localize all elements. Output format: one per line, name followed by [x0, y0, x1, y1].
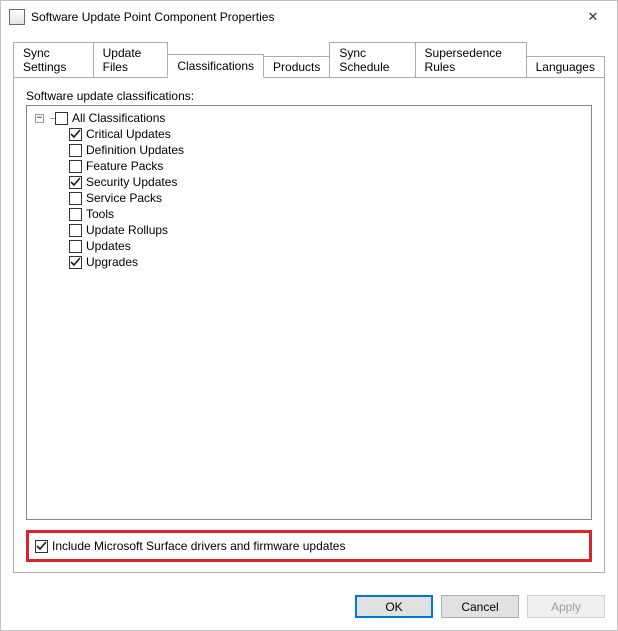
tree-checkbox[interactable] [69, 256, 82, 269]
tree-checkbox[interactable] [69, 176, 82, 189]
dialog-window: Software Update Point Component Properti… [0, 0, 618, 631]
tree-item[interactable]: Tools [29, 206, 589, 222]
tab-sync-schedule[interactable]: Sync Schedule [329, 42, 415, 78]
tree-item-label: Feature Packs [86, 158, 163, 174]
tree-checkbox[interactable] [69, 144, 82, 157]
tree-item[interactable]: Service Packs [29, 190, 589, 206]
tree-item[interactable]: Updates [29, 238, 589, 254]
tab-languages[interactable]: Languages [526, 56, 605, 78]
tree-item[interactable]: Upgrades [29, 254, 589, 270]
close-button[interactable]: ✕ [573, 3, 613, 31]
tree-item-label: Definition Updates [86, 142, 184, 158]
tree-root[interactable]: − All Classifications [29, 110, 589, 126]
highlight-box: Include Microsoft Surface drivers and fi… [26, 530, 592, 562]
tab-supersedence-rules[interactable]: Supersedence Rules [415, 42, 527, 78]
window-title: Software Update Point Component Properti… [31, 10, 573, 24]
tab-sync-settings[interactable]: Sync Settings [13, 42, 94, 78]
tab-strip: Sync SettingsUpdate FilesClassifications… [13, 41, 605, 77]
include-surface-checkbox[interactable] [35, 540, 48, 553]
client-area: Sync SettingsUpdate FilesClassifications… [1, 33, 617, 585]
tree-item-label: Tools [86, 206, 114, 222]
apply-label: Apply [551, 600, 581, 614]
tree-item[interactable]: Definition Updates [29, 142, 589, 158]
dialog-footer: OK Cancel Apply [1, 585, 617, 630]
ok-label: OK [385, 600, 402, 614]
tree-item-label: Security Updates [86, 174, 177, 190]
tree-checkbox[interactable] [69, 208, 82, 221]
tree-root-label: All Classifications [72, 110, 165, 126]
tree-checkbox[interactable] [69, 160, 82, 173]
tree-checkbox[interactable] [55, 112, 68, 125]
cancel-button[interactable]: Cancel [441, 595, 519, 618]
close-icon: ✕ [588, 9, 599, 25]
include-surface-label: Include Microsoft Surface drivers and fi… [52, 539, 345, 553]
tree-item[interactable]: Critical Updates [29, 126, 589, 142]
tree-item[interactable]: Security Updates [29, 174, 589, 190]
titlebar: Software Update Point Component Properti… [1, 1, 617, 33]
tree-item[interactable]: Feature Packs [29, 158, 589, 174]
expander-icon[interactable]: − [35, 114, 44, 123]
tree-item-label: Critical Updates [86, 126, 171, 142]
cancel-label: Cancel [461, 600, 498, 614]
tab-products[interactable]: Products [263, 56, 330, 78]
tab-update-files[interactable]: Update Files [93, 42, 169, 78]
tree-item-label: Update Rollups [86, 222, 168, 238]
classifications-heading: Software update classifications: [26, 89, 592, 103]
tree-checkbox[interactable] [69, 240, 82, 253]
tabpage-classifications: Software update classifications: − All Cl… [13, 76, 605, 573]
ok-button[interactable]: OK [355, 595, 433, 618]
apply-button: Apply [527, 595, 605, 618]
classifications-tree[interactable]: − All ClassificationsCritical UpdatesDefi… [26, 105, 592, 520]
tree-checkbox[interactable] [69, 224, 82, 237]
tree-item-label: Upgrades [86, 254, 138, 270]
tab-classifications[interactable]: Classifications [167, 54, 264, 77]
tree-item-label: Updates [86, 238, 131, 254]
tree-checkbox[interactable] [69, 128, 82, 141]
tree-checkbox[interactable] [69, 192, 82, 205]
tree-item-label: Service Packs [86, 190, 162, 206]
tree-item[interactable]: Update Rollups [29, 222, 589, 238]
app-icon [9, 9, 25, 25]
